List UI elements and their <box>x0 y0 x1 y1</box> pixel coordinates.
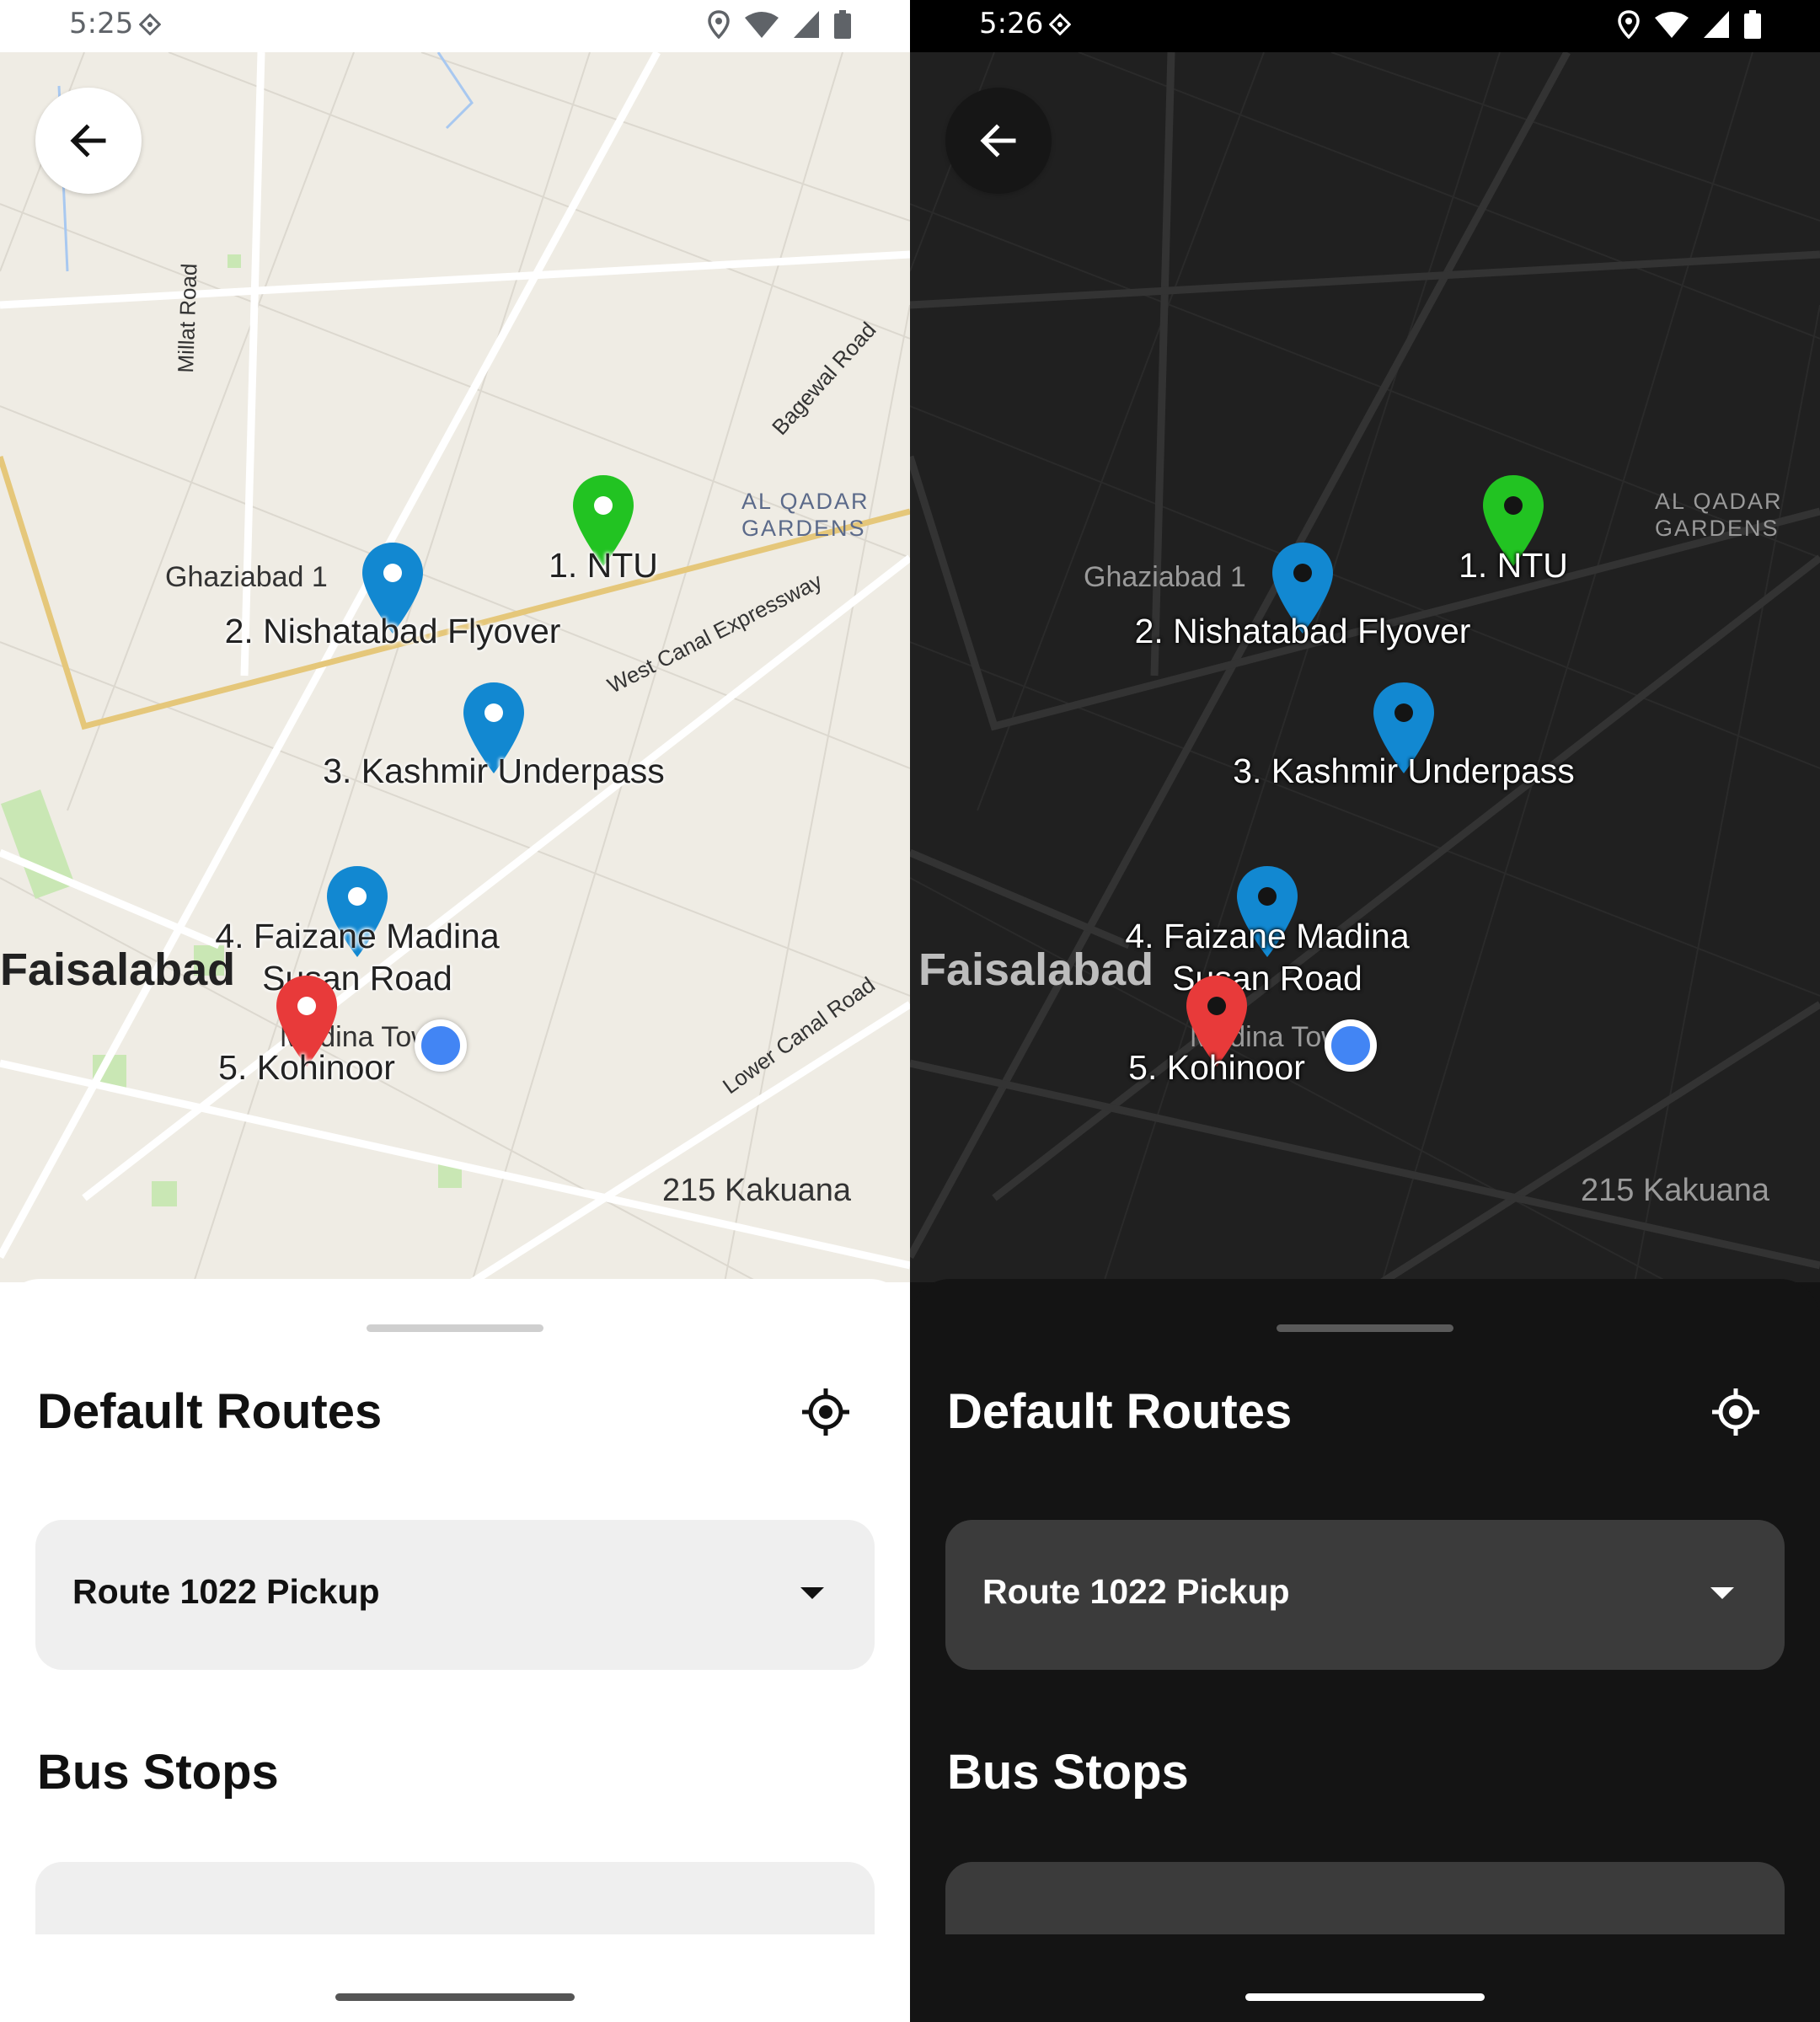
navigation-bar <box>0 1934 910 2022</box>
stop-label-kashmir: 3. Kashmir Underpass <box>323 752 665 790</box>
stop-label-nishatabad: 2. Nishatabad Flyover <box>1134 612 1471 650</box>
bus-stops-title: Bus Stops <box>947 1745 1189 1800</box>
stop-label-faizane-madina-1: 4. Faizane Madina <box>215 917 500 955</box>
stop-label-kohinoor: 5. Kohinoor <box>1128 1048 1305 1087</box>
label-kakuana: 215 Kakuana <box>662 1173 851 1208</box>
arrow-left-icon <box>980 124 1016 158</box>
screen-light: 5:25 Millat Road Bagewal Road West Canal… <box>0 0 910 2022</box>
back-button[interactable] <box>35 88 142 194</box>
arrow-left-icon <box>70 124 106 158</box>
label-kakuana: 215 Kakuana <box>1581 1173 1769 1208</box>
status-bar: 5:26 <box>910 0 1820 52</box>
bus-stops-title: Bus Stops <box>37 1745 279 1800</box>
selected-route: Route 1022 Pickup <box>982 1572 1290 1611</box>
label-faisalabad: Faisalabad <box>0 944 236 995</box>
status-time: 5:26 <box>979 7 1044 40</box>
stop-label-kohinoor: 5. Kohinoor <box>218 1048 395 1087</box>
default-routes-title: Default Routes <box>37 1384 383 1439</box>
label-al-qadar-1: AL QADAR <box>741 489 870 514</box>
gesture-handle[interactable] <box>1245 1993 1485 2001</box>
map-view[interactable]: Ghaziabad 1 AL QADAR GARDENS Faisalabad … <box>910 52 1820 1282</box>
gesture-handle[interactable] <box>335 1993 575 2001</box>
battery-icon <box>1744 10 1761 39</box>
wifi-icon <box>1655 12 1689 38</box>
location-icon <box>708 10 730 39</box>
route-dropdown[interactable]: Route 1022 Pickup <box>35 1520 875 1670</box>
stop-label-faizane-madina-1: 4. Faizane Madina <box>1125 917 1410 955</box>
current-location-dot <box>1325 1019 1377 1072</box>
map-background <box>910 52 1820 1282</box>
signal-icon <box>794 11 819 38</box>
sheet-drag-handle[interactable] <box>367 1324 543 1332</box>
wifi-icon <box>745 12 779 38</box>
label-al-qadar-1: AL QADAR <box>1655 489 1783 514</box>
bottom-sheet: Default Routes Route 1022 Pickup Bus Sto… <box>910 1279 1820 2022</box>
current-location-dot <box>415 1019 467 1072</box>
battery-icon <box>834 10 851 39</box>
selected-route: Route 1022 Pickup <box>72 1572 380 1611</box>
notification-icon <box>139 13 161 35</box>
map-background <box>0 52 910 1282</box>
status-time: 5:25 <box>69 7 134 40</box>
back-button[interactable] <box>945 88 1052 194</box>
location-icon <box>1618 10 1640 39</box>
label-ghaziabad: Ghaziabad 1 <box>1084 561 1246 593</box>
label-al-qadar-2: GARDENS <box>1655 516 1780 541</box>
route-dropdown[interactable]: Route 1022 Pickup <box>945 1520 1785 1670</box>
signal-icon <box>1704 11 1729 38</box>
label-al-qadar-2: GARDENS <box>741 516 866 541</box>
default-routes-title: Default Routes <box>947 1384 1293 1439</box>
status-bar: 5:25 <box>0 0 910 52</box>
stop-label-ntu: 1. NTU <box>549 546 658 585</box>
label-ghaziabad: Ghaziabad 1 <box>165 561 328 593</box>
stop-label-kashmir: 3. Kashmir Underpass <box>1233 752 1575 790</box>
stop-label-ntu: 1. NTU <box>1459 546 1568 585</box>
chevron-down-icon <box>1710 1587 1734 1599</box>
label-millat-road: Millat Road <box>173 263 202 374</box>
chevron-down-icon <box>800 1587 824 1599</box>
my-location-icon[interactable] <box>800 1387 851 1437</box>
map-view[interactable]: Millat Road Bagewal Road West Canal Expr… <box>0 52 910 1282</box>
stop-label-nishatabad: 2. Nishatabad Flyover <box>224 612 561 650</box>
my-location-icon[interactable] <box>1710 1387 1761 1437</box>
navigation-bar <box>910 1934 1820 2022</box>
label-faisalabad: Faisalabad <box>918 944 1154 995</box>
notification-icon <box>1049 13 1071 35</box>
bottom-sheet: Default Routes Route 1022 Pickup Bus Sto… <box>0 1279 910 2022</box>
screen-dark: 5:26 Ghaziabad 1 AL QADAR GARDENS Faisal… <box>910 0 1820 2022</box>
sheet-drag-handle[interactable] <box>1277 1324 1453 1332</box>
